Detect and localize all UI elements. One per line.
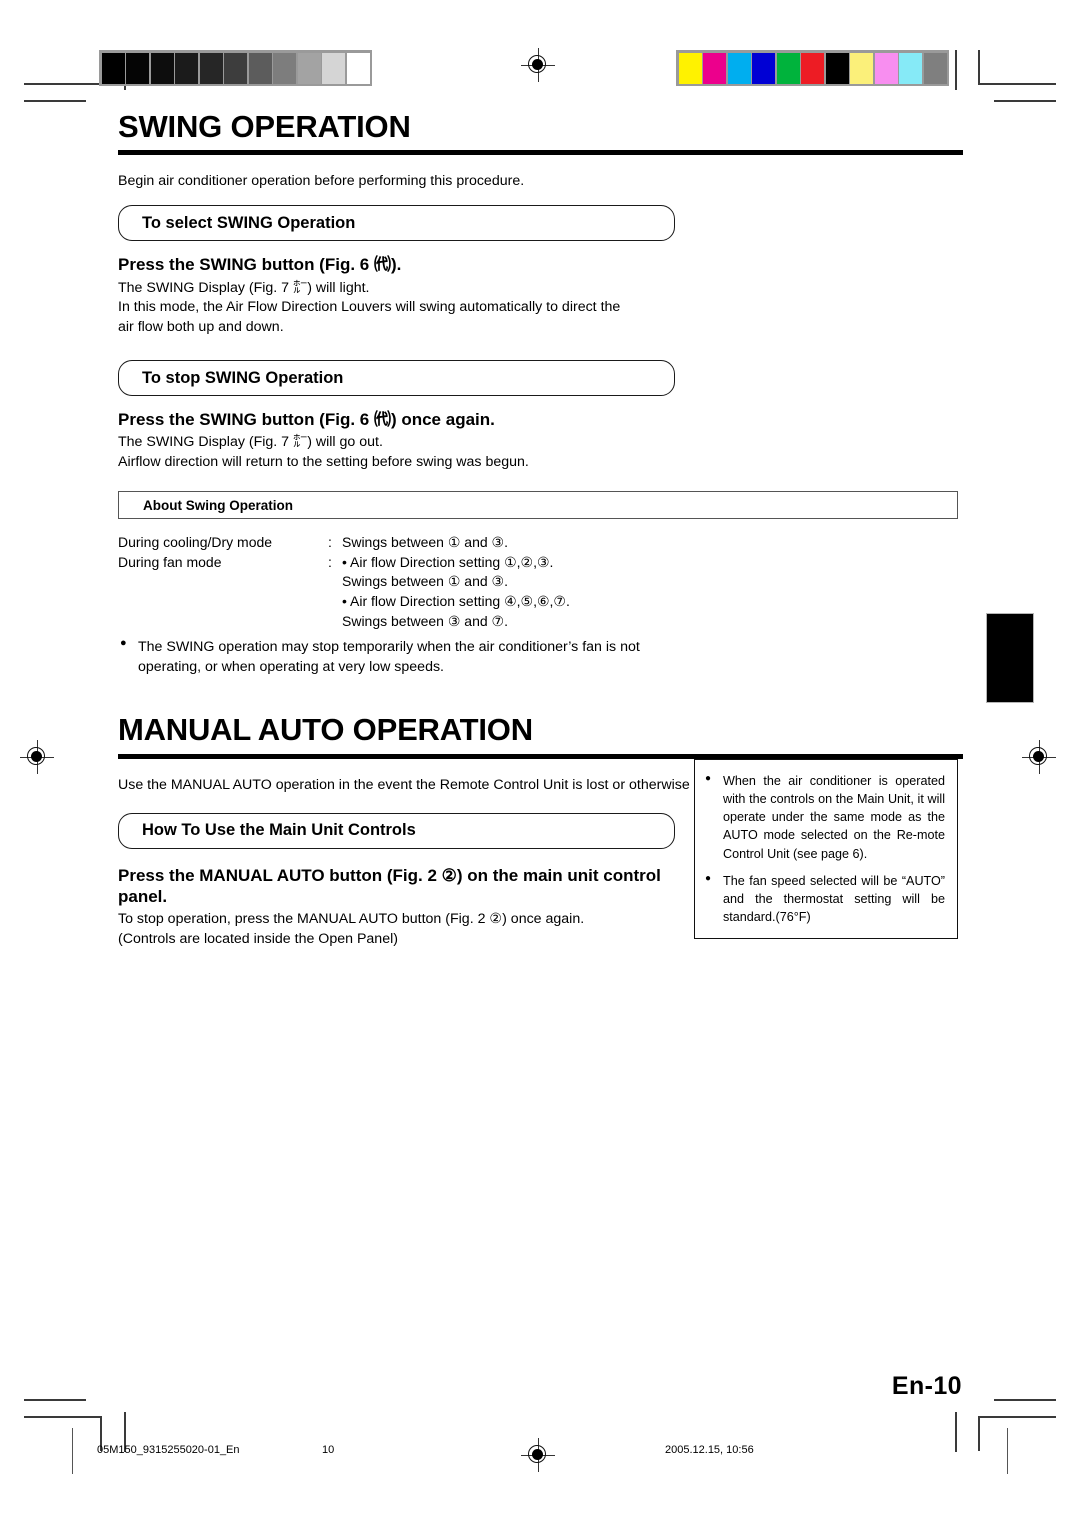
grayscale-patch-5 — [224, 52, 247, 84]
mode-value: Swings between ① and ③. — [342, 573, 508, 590]
table-row: • Air flow Direction setting ④,⑤,⑥,⑦. — [118, 592, 570, 612]
swing-intro-text: Begin air conditioner operation before p… — [118, 173, 525, 190]
page-number-label: En-10 — [891, 1372, 962, 1400]
bullet-line: The SWING operation may stop temporarily… — [138, 639, 640, 656]
mode-colon: : — [328, 553, 332, 570]
grayscale-patch-1 — [126, 52, 149, 84]
registration-target-top — [521, 48, 555, 82]
color-patch-2 — [727, 52, 751, 84]
registration-target-left — [20, 740, 54, 774]
swing-note-bullets: The SWING operation may stop temporarily… — [118, 636, 963, 677]
color-patch-0 — [678, 52, 702, 84]
mode-value: • Air flow Direction setting ①,②,③. — [342, 553, 554, 570]
crop-mark-top-right-h — [978, 83, 1056, 85]
heading-pill-main-unit-controls: How To Use the Main Unit Controls — [118, 812, 675, 849]
crop-mark-top-right-v — [978, 50, 980, 84]
grayscale-patch-6 — [248, 52, 272, 84]
color-patch-3 — [752, 52, 775, 84]
page-title-swing: SWING OPERATION — [118, 109, 411, 144]
detail-line: In this mode, the Air Flow Direction Lou… — [118, 299, 621, 316]
footer-timestamp: 2005.12.15, 10:56 — [665, 1444, 754, 1456]
crop-mark-top-left-h — [24, 83, 102, 85]
table-row: During fan mode : • Air flow Direction s… — [118, 553, 570, 573]
mode-label: During cooling/Dry mode — [118, 534, 273, 551]
grayscale-patch-9 — [322, 52, 345, 84]
step-press-swing-button-again: Press the SWING button (Fig. 6 ㈹) once a… — [118, 410, 495, 430]
thumb-index-tab — [986, 613, 1034, 703]
color-patch-7 — [850, 52, 873, 84]
color-patch-4 — [776, 52, 800, 84]
color-patch-9 — [899, 52, 922, 84]
registration-target-right — [1022, 740, 1056, 774]
section-swing-operation: SWING OPERATION Begin air conditioner op… — [118, 109, 963, 677]
manual-auto-note-box: When the air conditioner is operated wit… — [694, 759, 958, 939]
detail-line: air flow both up and down. — [118, 319, 284, 336]
grayscale-patch-2 — [150, 52, 174, 84]
mode-value: • Air flow Direction setting ④,⑤,⑥,⑦. — [342, 592, 570, 609]
mode-label: During fan mode — [118, 553, 222, 570]
step-press-manual-auto-button: Press the MANUAL AUTO button (Fig. 2 ②) … — [118, 865, 661, 906]
crop-mark-bottom-right-h — [978, 1416, 1056, 1418]
color-patch-10 — [923, 52, 947, 84]
color-patch-5 — [801, 52, 824, 84]
step-detail-lines-stop: The SWING Display (Fig. 7 ㍁) will go out… — [118, 433, 963, 473]
crop-mark-bottom-right-h2 — [994, 1399, 1056, 1401]
table-row: During cooling/Dry mode : Swings between… — [118, 533, 570, 553]
table-row: Swings between ① and ③. — [118, 572, 570, 592]
mode-colon: : — [328, 534, 332, 551]
list-item: When the air conditioner is operated wit… — [705, 772, 945, 863]
color-patch-8 — [874, 52, 898, 84]
footer-page-number: 10 — [322, 1444, 335, 1456]
step-detail-lines-select: The SWING Display (Fig. 7 ㍁) will light.… — [118, 279, 963, 339]
crop-mark-bottom-left-h — [24, 1416, 102, 1418]
footer-left-rule — [72, 1428, 74, 1474]
footer-right-rule — [1007, 1428, 1009, 1474]
color-patch-1 — [703, 52, 726, 84]
grayscale-patch-4 — [199, 52, 223, 84]
mode-value: Swings between ① and ③. — [342, 534, 508, 551]
detail-line: The SWING Display (Fig. 7 ㍁) will light. — [118, 279, 370, 296]
grayscale-patch-7 — [273, 52, 296, 84]
print-footer: 05M150_9315255020-01_En 10 2005.12.15, 1… — [0, 1428, 1080, 1488]
list-item: The SWING operation may stop temporarily… — [118, 636, 963, 677]
footer-file-id: 05M150_9315255020-01_En — [97, 1444, 240, 1456]
crop-mark-top-right-tick — [955, 50, 957, 90]
heading-pill-to-select-swing: To select SWING Operation — [118, 205, 675, 242]
heading-about-swing-operation: About Swing Operation — [118, 491, 958, 520]
grayscale-patch-0 — [101, 52, 125, 84]
crop-mark-top-right-h2 — [994, 100, 1056, 102]
grayscale-calibration-bar — [99, 50, 372, 86]
color-calibration-bar — [676, 50, 949, 86]
note-list: When the air conditioner is operated wit… — [705, 772, 945, 926]
page-title-manual-auto: MANUAL AUTO OPERATION — [118, 712, 533, 748]
grayscale-patch-10 — [346, 52, 370, 84]
grayscale-patch-8 — [297, 52, 321, 84]
list-item: The fan speed selected will be “AUTO” an… — [705, 872, 945, 926]
crop-mark-top-left-h2 — [24, 100, 86, 102]
grayscale-patch-3 — [175, 52, 198, 84]
swing-modes-table: During cooling/Dry mode : Swings between… — [118, 533, 570, 631]
title-rule-manual-auto — [118, 753, 963, 759]
detail-line: The SWING Display (Fig. 7 ㍁) will go out… — [118, 434, 383, 451]
heading-pill-to-stop-swing: To stop SWING Operation — [118, 360, 675, 397]
step-press-swing-button: Press the SWING button (Fig. 6 ㈹). — [118, 255, 402, 275]
color-patch-6 — [825, 52, 849, 84]
table-row: Swings between ③ and ⑦. — [118, 612, 570, 632]
title-rule-swing — [118, 150, 963, 156]
detail-line: Airflow direction will return to the set… — [118, 454, 529, 471]
bullet-line: operating, or when operating at very low… — [138, 659, 445, 676]
mode-value: Swings between ③ and ⑦. — [342, 612, 508, 629]
